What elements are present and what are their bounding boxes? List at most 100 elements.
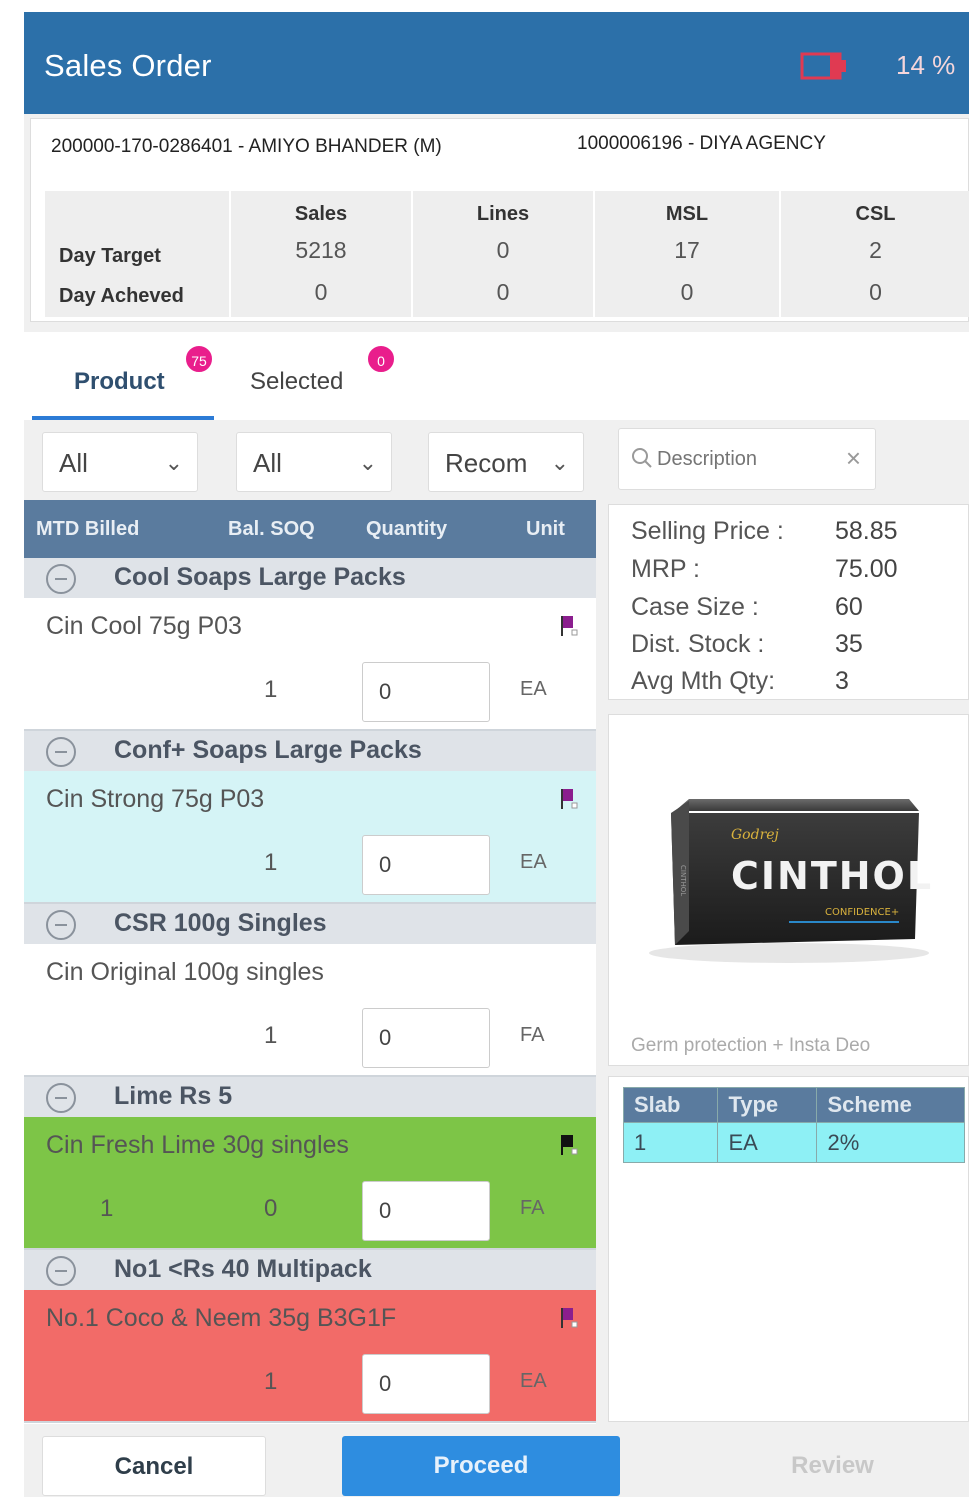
app-frame: Sales Order 14 % 200000-170-0286401 - AM… bbox=[24, 12, 969, 1497]
chevron-down-icon: ⌄ bbox=[550, 450, 569, 475]
product-image-card: CINTHOL Godrej CINTHOL CONFIDENCE+ Germ … bbox=[608, 714, 969, 1066]
tab-product[interactable]: Product bbox=[74, 368, 165, 396]
product-row[interactable]: Cin Cool 75g P03 1 EA bbox=[24, 598, 596, 731]
scheme-row[interactable]: 1 EA 2% bbox=[622, 1122, 965, 1163]
group-header[interactable]: CSR 100g Singles bbox=[24, 904, 596, 944]
scheme-col-type: Type bbox=[717, 1087, 818, 1123]
group-header[interactable]: No1 <Rs 40 Multipack bbox=[24, 1250, 596, 1290]
product-list[interactable]: Cool Soaps Large Packs Cin Cool 75g P03 … bbox=[24, 558, 596, 1424]
kpi-col-csl: CSL 2 0 bbox=[779, 191, 969, 317]
quantity-input[interactable] bbox=[362, 662, 490, 722]
quantity-input[interactable] bbox=[362, 1354, 490, 1414]
brand-text: CINTHOL bbox=[731, 854, 933, 898]
dist-stock-value: 35 bbox=[835, 630, 863, 658]
group-name: Conf+ Soaps Large Packs bbox=[114, 736, 422, 764]
app-bar: Sales Order 14 % bbox=[24, 12, 969, 114]
flag-icon bbox=[561, 1135, 578, 1155]
clear-search-icon[interactable]: × bbox=[846, 443, 861, 474]
category-filter-select[interactable]: All ⌄ bbox=[42, 432, 198, 492]
product-row[interactable]: Cin Fresh Lime 30g singles 1 0 FA bbox=[24, 1117, 596, 1250]
unit-label: EA bbox=[520, 851, 547, 873]
unit-label: EA bbox=[520, 1370, 547, 1392]
quantity-input[interactable] bbox=[362, 835, 490, 895]
mrp-label: MRP : bbox=[631, 555, 700, 583]
group-header[interactable]: Conf+ Soaps Large Packs bbox=[24, 731, 596, 771]
product-image: CINTHOL Godrej CINTHOL CONFIDENCE+ bbox=[649, 799, 933, 963]
quantity-input[interactable] bbox=[362, 1008, 490, 1068]
group-header[interactable]: Lime Rs 5 bbox=[24, 1077, 596, 1117]
group-header[interactable]: Cool Soaps Large Packs bbox=[24, 558, 596, 598]
kpi-achieved-value: 0 bbox=[496, 279, 510, 305]
product-row[interactable]: No.1 Coco & Neem 35g B3G1F 1 EA bbox=[24, 1290, 596, 1423]
scheme-col-slab: Slab bbox=[622, 1087, 719, 1123]
product-row[interactable]: Cin Original 100g singles 1 FA bbox=[24, 944, 596, 1077]
col-bal-soq: Bal. SOQ bbox=[228, 518, 315, 540]
dist-stock-label: Dist. Stock : bbox=[631, 630, 765, 658]
kpi-target-value: 5218 bbox=[295, 237, 347, 263]
kpi-col-lines: Lines 0 0 bbox=[411, 191, 593, 317]
product-name: No.1 Coco & Neem 35g B3G1F bbox=[46, 1304, 397, 1332]
kpi-header: Sales bbox=[294, 203, 348, 225]
mrp-value: 75.00 bbox=[835, 555, 898, 583]
page-title: Sales Order bbox=[44, 48, 212, 83]
kpi-header: CSL bbox=[855, 203, 896, 225]
product-name: Cin Cool 75g P03 bbox=[46, 612, 242, 640]
proceed-button[interactable]: Proceed bbox=[342, 1436, 620, 1496]
selling-price-label: Selling Price : bbox=[631, 517, 784, 545]
product-name: Cin Fresh Lime 30g singles bbox=[46, 1131, 349, 1159]
col-mtd-billed: MTD Billed bbox=[36, 518, 140, 540]
product-caption: Germ protection + Insta Deo bbox=[631, 1035, 871, 1056]
bal-soq: 0 bbox=[264, 1195, 278, 1222]
bal-soq: 1 bbox=[264, 676, 278, 703]
unit-label: FA bbox=[520, 1197, 545, 1219]
category-filter-value: All bbox=[59, 448, 88, 478]
tab-selected-label: Selected bbox=[250, 368, 344, 395]
day-achieved-label: Day Acheved bbox=[59, 285, 184, 307]
col-unit: Unit bbox=[526, 518, 565, 540]
group-name: Cool Soaps Large Packs bbox=[114, 563, 406, 591]
description-search-input[interactable] bbox=[657, 443, 837, 475]
collapse-icon[interactable] bbox=[46, 1256, 76, 1286]
recommendation-filter-value: Recom bbox=[445, 448, 528, 478]
collapse-icon[interactable] bbox=[46, 910, 76, 940]
brand-filter-select[interactable]: All ⌄ bbox=[236, 432, 392, 492]
chevron-down-icon: ⌄ bbox=[164, 450, 183, 475]
cancel-button[interactable]: Cancel bbox=[42, 1436, 266, 1496]
product-name: Cin Original 100g singles bbox=[46, 958, 324, 986]
collapse-icon[interactable] bbox=[46, 737, 76, 767]
group-name: Lime Rs 5 bbox=[114, 1082, 233, 1110]
kpi-target-value: 0 bbox=[496, 237, 510, 263]
tab-bar: Product 75 Selected 0 bbox=[24, 332, 969, 420]
collapse-icon[interactable] bbox=[46, 564, 76, 594]
scheme-table: Slab Type Scheme 1 EA 2% bbox=[622, 1087, 965, 1163]
product-name: Cin Strong 75g P03 bbox=[46, 785, 265, 813]
flag-icon bbox=[561, 789, 578, 809]
product-detail-card: Selling Price : 58.85 MRP : 75.00 Case S… bbox=[608, 504, 969, 700]
unit-label: EA bbox=[520, 678, 547, 700]
day-target-label: Day Target bbox=[59, 245, 161, 267]
brand-filter-value: All bbox=[253, 448, 282, 478]
product-row[interactable]: Cin Strong 75g P03 1 EA bbox=[24, 771, 596, 904]
scheme-type: EA bbox=[717, 1122, 818, 1163]
scheme-header-row: Slab Type Scheme bbox=[622, 1087, 965, 1123]
kpi-col-sales: Sales 5218 0 bbox=[229, 191, 411, 317]
tab-selected[interactable]: Selected bbox=[250, 368, 343, 396]
collapse-icon[interactable] bbox=[46, 1083, 76, 1113]
recommendation-filter-select[interactable]: Recom ⌄ bbox=[428, 432, 584, 492]
kpi-col-msl: MSL 17 0 bbox=[593, 191, 779, 317]
group-name: CSR 100g Singles bbox=[114, 909, 327, 937]
kpi-header: Lines bbox=[476, 203, 530, 225]
quantity-input[interactable] bbox=[362, 1181, 490, 1241]
list-column-header: MTD Billed Bal. SOQ Quantity Unit bbox=[24, 500, 596, 558]
mtd-billed: 1 bbox=[100, 1195, 114, 1222]
unit-label: FA bbox=[520, 1024, 545, 1046]
case-size-label: Case Size : bbox=[631, 593, 759, 621]
review-button[interactable]: Review bbox=[696, 1436, 969, 1496]
variant-text: CONFIDENCE+ bbox=[825, 907, 899, 918]
battery-percent: 14 % bbox=[896, 50, 956, 80]
flag-icon bbox=[561, 616, 578, 636]
scheme-slab: 1 bbox=[622, 1122, 719, 1163]
kpi-target-value: 2 bbox=[869, 237, 882, 263]
kpi-achieved-value: 0 bbox=[869, 279, 882, 305]
avg-mth-qty-label: Avg Mth Qty: bbox=[631, 667, 776, 695]
